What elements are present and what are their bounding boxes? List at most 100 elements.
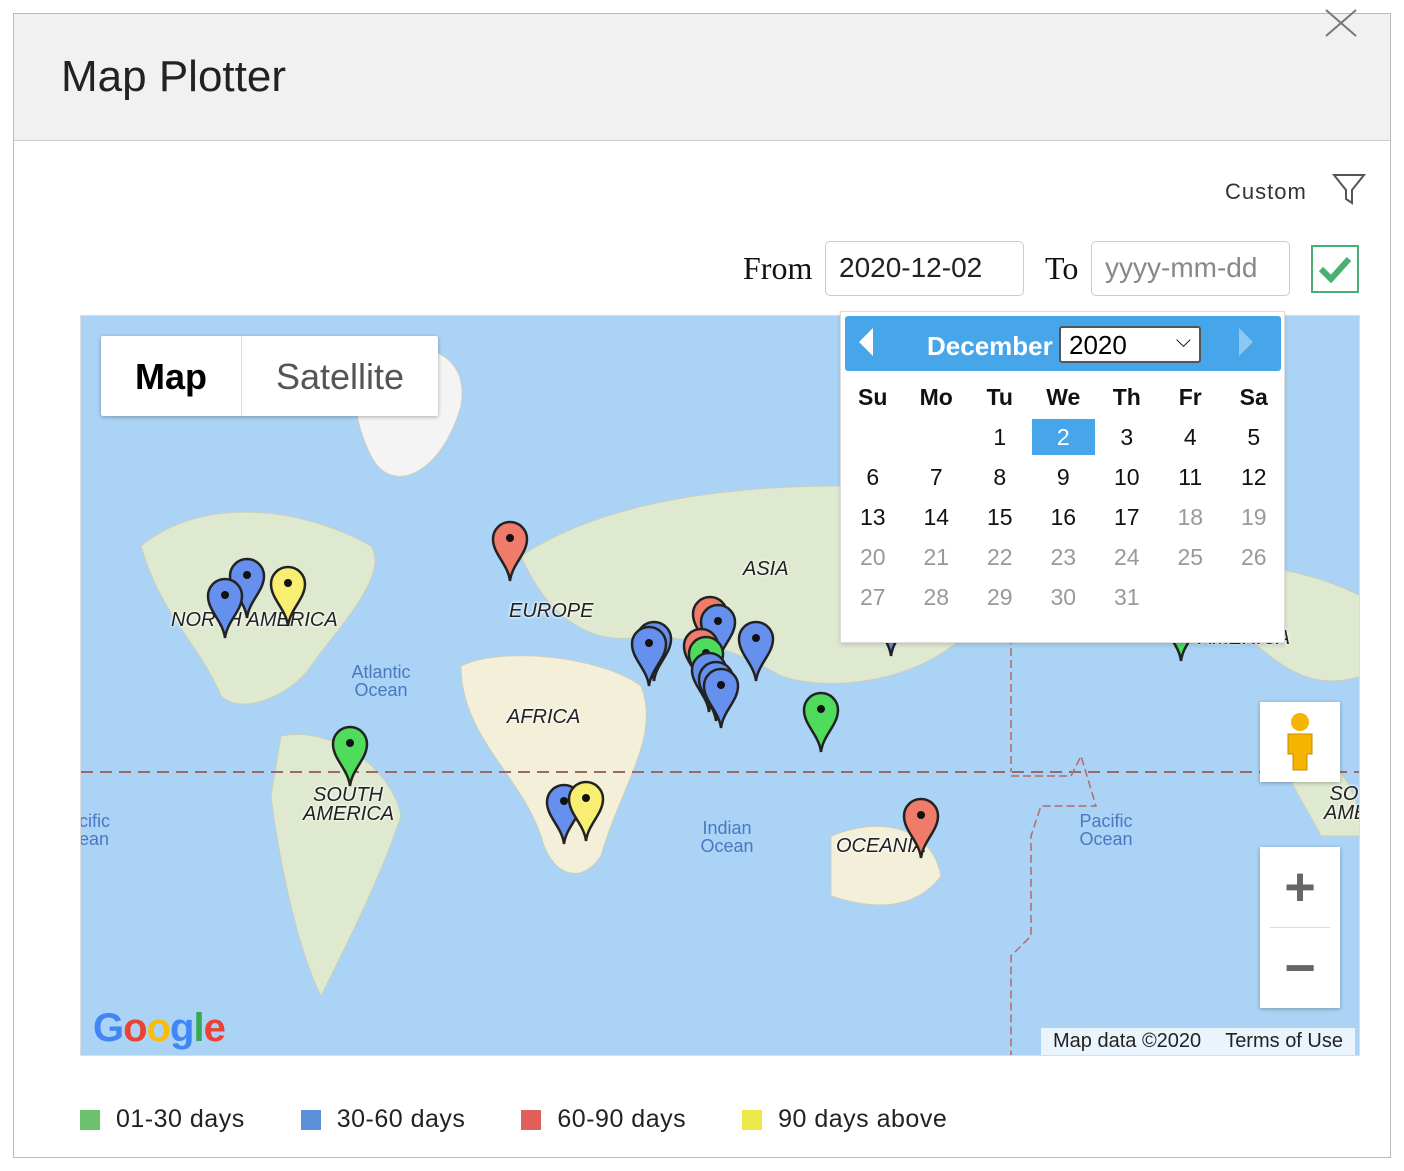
prev-month-button[interactable] xyxy=(859,328,873,356)
calendar-day[interactable]: 16 xyxy=(1032,499,1096,535)
zoom-in-button[interactable]: + xyxy=(1260,847,1340,927)
calendar-header: December 2020 ⌵ xyxy=(845,316,1281,371)
continent-label: EUROPE xyxy=(509,600,594,622)
map-marker-green[interactable] xyxy=(330,724,370,788)
next-month-button[interactable] xyxy=(1239,328,1253,356)
weekday-label: Fr xyxy=(1178,384,1202,410)
legend-swatch xyxy=(742,1109,763,1130)
calendar-day[interactable]: 17 xyxy=(1095,499,1159,535)
ocean-label: Atlantic Ocean xyxy=(351,662,411,700)
map-marker-blue[interactable] xyxy=(736,619,776,683)
map-marker-green[interactable] xyxy=(801,690,841,754)
legend-item: 60-90 days xyxy=(521,1105,686,1134)
year-value: 2020 xyxy=(1069,330,1127,360)
empty-cell xyxy=(905,419,969,455)
ocean-label: cific ean xyxy=(80,811,110,849)
calendar-day: 20 xyxy=(859,544,886,570)
calendar-day: 18 xyxy=(1177,504,1204,530)
week-row: 6 7 8 9 10 11 12 xyxy=(841,457,1286,497)
week-row: 20 21 22 23 24 25 26 xyxy=(841,537,1286,577)
calendar-month: December xyxy=(927,331,1053,361)
calendar-day[interactable]: 15 xyxy=(968,499,1032,535)
map-attribution: Map data ©2020 Terms of Use xyxy=(1041,1028,1355,1055)
continent-label: SOUTH AMERICA xyxy=(303,784,395,825)
dialog-header: Map Plotter xyxy=(14,9,1390,141)
map-type-map-button[interactable]: Map xyxy=(101,336,242,416)
continent-label: AFRICA xyxy=(507,706,581,728)
date-picker: December 2020 ⌵ Su Mo Tu We Th Fr Sa 1 2 3 4 5 6 7 8 9 10… xyxy=(840,311,1285,643)
apply-button[interactable] xyxy=(1311,245,1359,293)
calendar-day: 29 xyxy=(986,584,1013,610)
weekday-label: Sa xyxy=(1239,384,1268,410)
zoom-out-button[interactable]: − xyxy=(1260,928,1340,1008)
calendar-day[interactable]: 11 xyxy=(1159,459,1223,495)
calendar-day[interactable]: 12 xyxy=(1222,459,1286,495)
calendar-day[interactable]: 13 xyxy=(841,499,905,535)
pegman-icon xyxy=(1287,713,1313,771)
weekday-label: Tu xyxy=(986,384,1013,410)
to-label: To xyxy=(1045,250,1079,286)
street-view-pegman[interactable] xyxy=(1260,702,1340,782)
map-plotter-dialog: Map Plotter Custom From 2020-12-02 To yy… xyxy=(13,9,1391,1158)
map-marker-yellow[interactable] xyxy=(268,564,308,628)
week-row: 12345 xyxy=(841,417,1286,457)
map-marker-red[interactable] xyxy=(901,796,941,860)
empty-cell xyxy=(841,419,905,455)
calendar-day: 23 xyxy=(1050,544,1077,570)
weekday-label: Su xyxy=(858,384,888,410)
calendar-day[interactable]: 6 xyxy=(841,459,905,495)
ocean-label: Indian Ocean xyxy=(700,818,754,856)
week-row: 27 28 29 30 31 xyxy=(841,577,1286,617)
legend-item: 90 days above xyxy=(742,1105,947,1134)
map-type-satellite-button[interactable]: Satellite xyxy=(242,336,438,416)
calendar-day[interactable]: 14 xyxy=(905,499,969,535)
calendar-day[interactable]: 10 xyxy=(1095,459,1159,495)
check-icon xyxy=(1318,256,1352,283)
calendar-day: 19 xyxy=(1240,504,1267,530)
calendar-day[interactable]: 5 xyxy=(1222,419,1286,455)
calendar-day: 21 xyxy=(923,544,950,570)
year-select[interactable]: 2020 ⌵ xyxy=(1059,326,1201,363)
map-marker-blue[interactable] xyxy=(701,666,741,730)
legend-label: 01-30 days xyxy=(116,1105,245,1133)
weekday-label: We xyxy=(1046,384,1081,410)
legend-label: 60-90 days xyxy=(557,1105,687,1133)
calendar-day[interactable]: 3 xyxy=(1095,419,1159,455)
empty-cell xyxy=(1159,579,1223,615)
legend-swatch xyxy=(80,1109,100,1130)
filter-custom-label[interactable]: Custom xyxy=(1225,179,1307,205)
calendar-day[interactable]: 4 xyxy=(1159,419,1223,455)
calendar-day: 25 xyxy=(1177,544,1204,570)
map-marker-blue[interactable] xyxy=(205,576,245,640)
calendar-day[interactable]: 2 xyxy=(1031,419,1095,455)
from-date-input[interactable]: 2020-12-02 xyxy=(825,241,1024,296)
chevron-down-icon: ⌵ xyxy=(1175,330,1191,352)
calendar-day: 26 xyxy=(1240,544,1267,570)
legend-label: 30-60 days xyxy=(336,1105,466,1133)
calendar-grid: Su Mo Tu We Th Fr Sa 1 2 3 4 5 6 7 8 9 10 11 12 13 14 15 16 17 1… xyxy=(841,377,1286,617)
calendar-day: 28 xyxy=(923,584,950,610)
close-icon[interactable] xyxy=(1324,8,1358,38)
empty-cell xyxy=(1222,579,1286,615)
calendar-day[interactable]: 1 xyxy=(968,419,1032,455)
terms-of-use-link[interactable]: Terms of Use xyxy=(1225,1030,1343,1054)
map-marker-yellow[interactable] xyxy=(566,779,606,843)
google-logo: Google xyxy=(93,1006,226,1050)
calendar-day: 30 xyxy=(1050,584,1077,610)
map-data-text: Map data ©2020 xyxy=(1053,1030,1202,1052)
calendar-day: 22 xyxy=(986,544,1013,570)
from-label: From xyxy=(743,250,813,286)
calendar-day: 31 xyxy=(1113,584,1140,610)
calendar-day[interactable]: 8 xyxy=(968,459,1032,495)
map-marker-red[interactable] xyxy=(490,519,530,583)
to-date-input[interactable]: yyyy-mm-dd xyxy=(1091,241,1290,296)
legend-swatch xyxy=(300,1109,321,1130)
continent-label: ASIA xyxy=(743,558,789,580)
calendar-day: 27 xyxy=(859,584,886,610)
calendar-day[interactable]: 7 xyxy=(905,459,969,495)
legend-item: 30-60 days xyxy=(300,1105,466,1134)
map-marker-blue[interactable] xyxy=(629,624,669,688)
zoom-control: + − xyxy=(1260,847,1340,1008)
filter-icon[interactable] xyxy=(1332,172,1366,206)
calendar-day[interactable]: 9 xyxy=(1032,459,1096,495)
